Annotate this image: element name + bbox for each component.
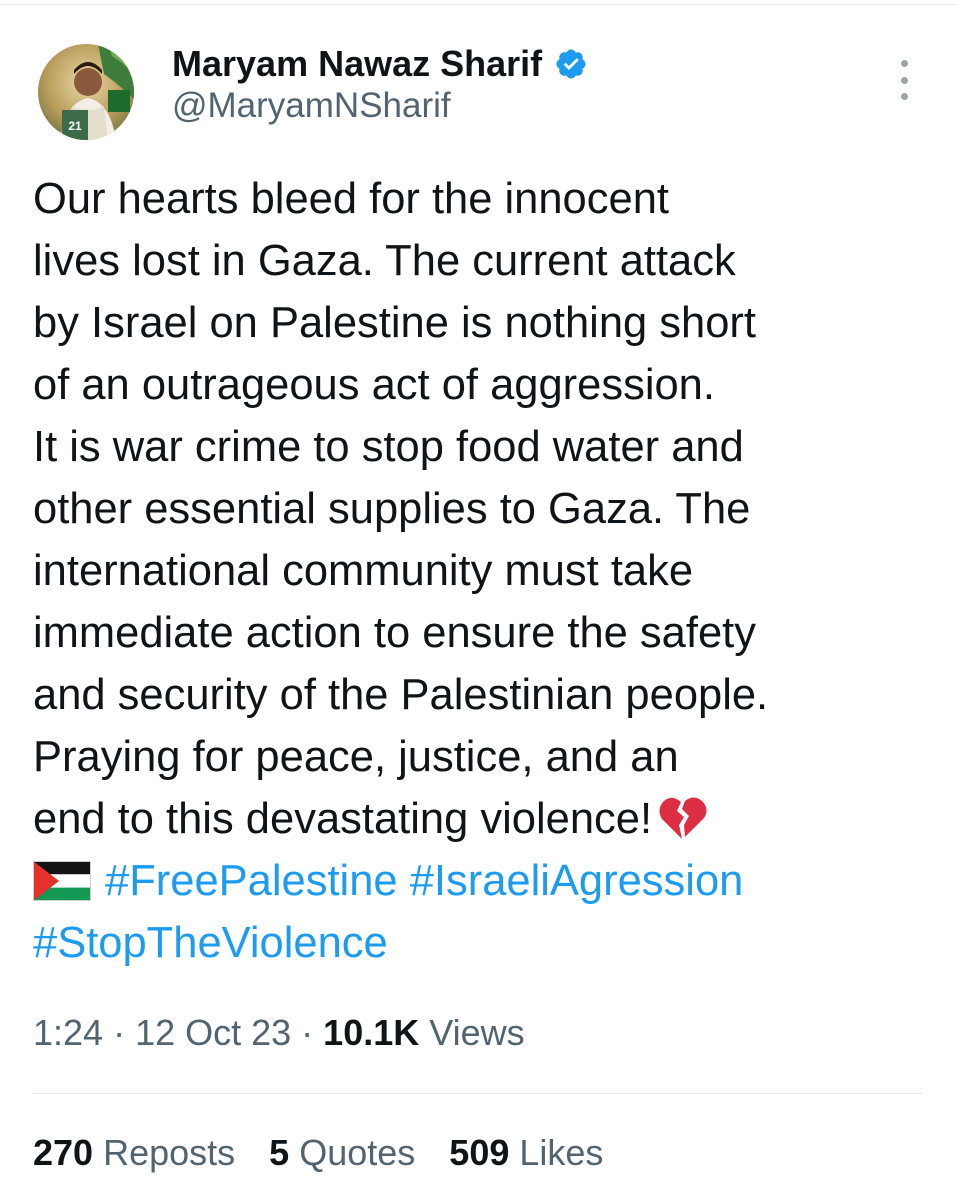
- verified-badge-icon[interactable]: [554, 47, 588, 81]
- tweet-line: other essential supplies to Gaza. The: [33, 485, 751, 533]
- reposts-stat[interactable]: 270 Reposts: [33, 1132, 235, 1174]
- tweet-line: Praying for peace, justice, and an: [33, 733, 679, 781]
- likes-stat[interactable]: 509 Likes: [449, 1132, 603, 1174]
- reposts-label: Reposts: [103, 1132, 236, 1173]
- more-options-button[interactable]: [892, 60, 916, 100]
- tweet-line: lives lost in Gaza. The current attack: [33, 237, 736, 285]
- tweet-line: It is war crime to stop food water and: [33, 423, 744, 471]
- hashtag-link[interactable]: #FreePalestine: [105, 857, 398, 905]
- tweet-text: Our hearts bleed for the innocent lives …: [33, 168, 913, 974]
- likes-count: 509: [449, 1132, 510, 1173]
- more-dot-icon: [900, 60, 908, 67]
- engagement-stats: 270 Reposts 5 Quotes 509 Likes: [33, 1132, 603, 1174]
- hashtag-line: #FreePalestine #IsraeliAgression: [33, 850, 913, 912]
- avatar-badge: 21: [68, 119, 82, 133]
- tweet-date[interactable]: 12 Oct 23: [135, 1012, 291, 1053]
- meta-separator: ·: [103, 1012, 136, 1053]
- avatar[interactable]: 21: [38, 44, 134, 140]
- tweet-line-with-emoji: end to this devastating violence!: [33, 788, 913, 850]
- broken-heart-icon: [659, 797, 707, 839]
- hashtag-line: #StopTheViolence: [33, 912, 913, 974]
- palestine-flag-icon: [33, 861, 91, 901]
- author-name-row: Maryam Nawaz Sharif: [172, 40, 588, 88]
- tweet-line: immediate action to ensure the safety: [33, 609, 756, 657]
- hashtag-link[interactable]: #IsraeliAgression: [410, 857, 744, 905]
- tweet-meta: 1:24 · 12 Oct 23 · 10.1K Views: [33, 1012, 525, 1054]
- quotes-label: Quotes: [299, 1132, 416, 1173]
- tweet-line: international community must take: [33, 547, 694, 595]
- hashtag-link[interactable]: #StopTheViolence: [33, 919, 388, 967]
- tweet-time[interactable]: 1:24: [33, 1012, 103, 1053]
- reposts-count: 270: [33, 1132, 94, 1173]
- tweet-line: Our hearts bleed for the innocent: [33, 175, 669, 223]
- tweet-line-text: end to this devastating violence!: [33, 795, 653, 843]
- views-count: 10.1K: [323, 1012, 420, 1053]
- likes-label: Likes: [519, 1132, 604, 1173]
- meta-separator: ·: [291, 1012, 324, 1053]
- divider: [33, 1093, 923, 1094]
- tweet-line: of an outrageous act of aggression.: [33, 361, 715, 409]
- tweet-line: by Israel on Palestine is nothing short: [33, 299, 756, 347]
- quotes-stat[interactable]: 5 Quotes: [269, 1132, 415, 1174]
- top-divider: [0, 4, 956, 5]
- tweet-line: and security of the Palestinian people.: [33, 671, 769, 719]
- more-dot-icon: [900, 76, 908, 84]
- views-label: Views: [429, 1012, 525, 1053]
- more-dot-icon: [900, 93, 908, 100]
- display-name[interactable]: Maryam Nawaz Sharif: [172, 43, 542, 85]
- author-handle[interactable]: @MaryamNSharif: [172, 86, 451, 126]
- quotes-count: 5: [269, 1132, 290, 1173]
- avatar-image: 21: [38, 44, 134, 140]
